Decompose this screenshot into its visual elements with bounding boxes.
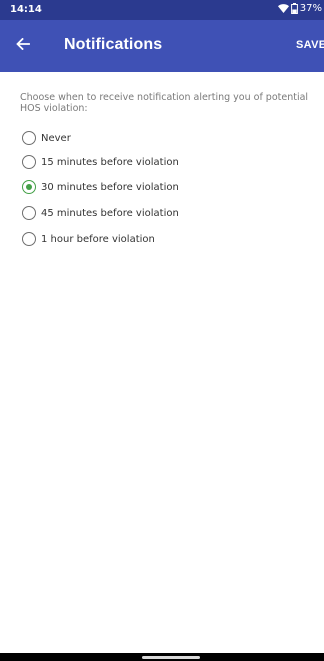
battery-icon [290, 3, 298, 14]
app-bar: Notifications SAVE [0, 20, 324, 72]
option-1-hour[interactable]: 1 hour before violation [22, 229, 155, 249]
radio-button[interactable] [22, 155, 36, 169]
option-15-minutes[interactable]: 15 minutes before violation [22, 152, 179, 172]
page-title: Notifications [64, 36, 163, 53]
option-label: 15 minutes before violation [41, 156, 179, 168]
status-time: 14:14 [10, 4, 42, 15]
status-bar: 14:14 37% [0, 0, 324, 20]
option-never[interactable]: Never [22, 128, 71, 148]
radio-button[interactable] [22, 206, 36, 220]
back-button[interactable] [10, 33, 36, 59]
wifi-icon [277, 4, 289, 13]
option-label: 45 minutes before violation [41, 207, 179, 219]
option-label: Never [41, 132, 71, 144]
arrow-back-icon [16, 37, 30, 55]
radio-button-selected[interactable] [22, 180, 36, 194]
option-label: 1 hour before violation [41, 233, 155, 245]
option-30-minutes[interactable]: 30 minutes before violation [22, 177, 179, 197]
battery-percent: 37% [299, 3, 322, 14]
home-handle[interactable] [142, 656, 200, 659]
status-indicators: 37% [277, 3, 322, 14]
description-text: Choose when to receive notification aler… [20, 92, 309, 114]
radio-button[interactable] [22, 232, 36, 246]
option-label: 30 minutes before violation [41, 181, 179, 193]
save-button[interactable]: SAVE [296, 39, 324, 51]
radio-button[interactable] [22, 131, 36, 145]
option-45-minutes[interactable]: 45 minutes before violation [22, 203, 179, 223]
